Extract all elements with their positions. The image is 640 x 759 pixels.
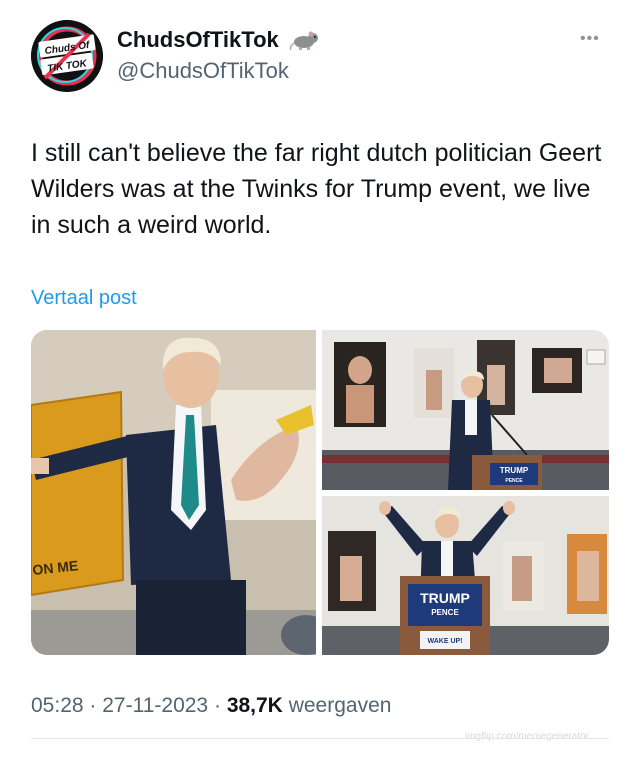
photo-left[interactable]: ON ME	[31, 330, 316, 655]
more-options-icon[interactable]: •••	[580, 30, 600, 48]
post-time[interactable]: 05:28	[31, 694, 84, 717]
views-count: 38,7K	[226, 694, 283, 717]
post-text: I still can't believe the far right dutc…	[31, 139, 602, 239]
podium-text-bottom-b: PENCE	[431, 608, 459, 617]
views-label: weergaven	[288, 694, 392, 717]
podium-text-top-a: TRUMP	[500, 466, 529, 475]
media-grid: ON ME TRUMP PENCE TRUMP PENCE WAKE UP!	[31, 330, 609, 655]
photo-top-right[interactable]: TRUMP PENCE	[322, 330, 609, 490]
avatar-logo: Chuds Of TIK TOK	[31, 20, 103, 92]
divider	[31, 738, 609, 739]
photo-bottom-right[interactable]: TRUMP PENCE WAKE UP!	[322, 496, 609, 655]
meta-separator: ·	[89, 694, 97, 717]
post-date[interactable]: 27-11-2023	[102, 694, 208, 717]
author-avatar[interactable]: Chuds Of TIK TOK	[31, 20, 103, 92]
meta-separator: ·	[213, 694, 221, 717]
author-display-name[interactable]: ChudsOfTikTok	[117, 27, 279, 52]
podium-text-top-b: PENCE	[505, 478, 523, 484]
podium-sign-text: WAKE UP!	[428, 638, 463, 645]
post-meta: 05:28 · 27-11-2023 · 38,7K weergaven	[31, 694, 391, 718]
watermark: imgflip.com/memegenerator	[465, 731, 589, 742]
podium-text-bottom-a: TRUMP	[420, 590, 470, 606]
rat-icon	[289, 29, 321, 56]
author-name-row[interactable]: ChudsOfTikTok	[117, 26, 321, 56]
author-username[interactable]: @ChudsOfTikTok	[117, 58, 289, 84]
translate-post-link[interactable]: Vertaal post	[31, 287, 137, 310]
